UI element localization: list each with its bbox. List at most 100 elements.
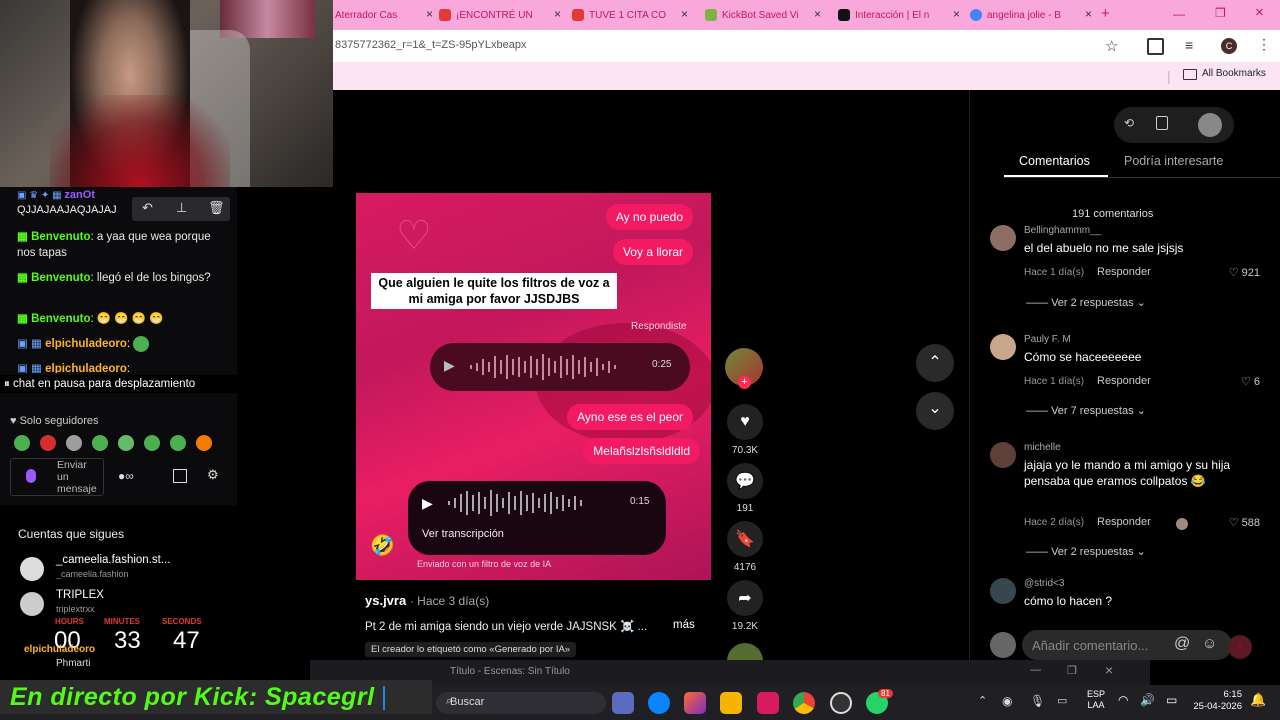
microphone-icon[interactable] xyxy=(26,469,36,483)
maximize-button[interactable]: ❐ xyxy=(1067,664,1077,677)
emote-icon[interactable] xyxy=(170,435,186,451)
task-view-icon[interactable] xyxy=(612,692,634,714)
avatar[interactable] xyxy=(990,578,1016,604)
gear-icon[interactable]: ⚙ xyxy=(207,467,219,483)
minimize-button[interactable]: — xyxy=(1030,664,1041,676)
emote-icon[interactable] xyxy=(144,435,160,451)
previous-video-button[interactable]: ⌃ xyxy=(916,344,954,382)
chat-paused-bar[interactable]: ⏸ chat en pausa para desplazamiento xyxy=(0,375,237,393)
save-button[interactable]: 🔖 xyxy=(727,521,763,557)
device-icon[interactable] xyxy=(1156,116,1168,130)
comment-input[interactable]: Añadir comentario... @ ☺ xyxy=(1022,630,1232,660)
close-icon[interactable]: × xyxy=(681,7,688,21)
emote-icon[interactable] xyxy=(40,435,56,451)
microphone-icon[interactable]: 🎙 xyxy=(1030,694,1045,708)
obs-icon[interactable] xyxy=(830,692,852,714)
avatar[interactable] xyxy=(990,334,1016,360)
browser-tab[interactable]: KickBot Saved Vi × xyxy=(705,4,823,26)
tab-comments[interactable]: Comentarios xyxy=(1019,154,1090,168)
reply-button[interactable]: Responder xyxy=(1097,516,1151,528)
browser-tab[interactable]: TUVE 1 CITA CO × xyxy=(572,4,690,26)
minimize-button[interactable]: — xyxy=(1173,7,1185,21)
reply-button[interactable]: Responder xyxy=(1097,375,1151,387)
emote-icon[interactable] xyxy=(196,435,212,451)
url-text[interactable]: 8375772362_r=1&_t=ZS-95pYLxbeapx xyxy=(335,39,526,51)
account-name[interactable]: _cameelia.fashion.st... xyxy=(56,554,170,566)
comment-like[interactable]: ♡ 588 xyxy=(1229,516,1260,529)
emoji-icon[interactable]: ☺ xyxy=(1202,635,1217,652)
comment-like[interactable]: ♡ 921 xyxy=(1229,266,1260,279)
share-button[interactable]: ➦ xyxy=(727,580,763,616)
avatar[interactable] xyxy=(990,225,1016,251)
avatar[interactable] xyxy=(1198,113,1222,137)
reply-button[interactable]: Responder xyxy=(1097,266,1151,278)
store-icon[interactable] xyxy=(173,469,187,483)
view-replies[interactable]: —— Ver 7 respuestas ⌄ xyxy=(1026,404,1146,417)
avatar[interactable] xyxy=(20,557,44,581)
comment-user[interactable]: michelle xyxy=(1024,442,1061,453)
copilot-icon[interactable] xyxy=(684,692,706,714)
comment-user[interactable]: Bellinghammm__ xyxy=(1024,225,1101,236)
voice-message[interactable]: ▶ 0:25 xyxy=(430,343,690,391)
close-window-button[interactable]: × xyxy=(1255,4,1264,21)
close-icon[interactable]: × xyxy=(426,7,433,21)
keyboard-layout[interactable]: ESP LAA xyxy=(1087,689,1105,711)
avatar[interactable] xyxy=(990,442,1016,468)
monitor-icon[interactable]: ▭ xyxy=(1057,694,1067,707)
community-icon[interactable]: ●∞ xyxy=(118,469,134,483)
play-icon[interactable]: ▶ xyxy=(444,357,455,374)
emote-icon[interactable] xyxy=(66,435,82,451)
browser-tab[interactable]: angelina jolie - B × xyxy=(970,4,1094,26)
next-video-button[interactable]: ⌄ xyxy=(916,392,954,430)
battery-icon[interactable]: ▭ xyxy=(1166,693,1177,707)
edge-icon[interactable] xyxy=(648,692,670,714)
browser-tab[interactable]: ¡ENCONTRÉ UN × xyxy=(439,4,563,26)
rotate-icon[interactable]: ⟲ xyxy=(1124,116,1134,130)
close-icon[interactable]: × xyxy=(953,7,960,21)
close-window-button[interactable]: × xyxy=(1105,662,1113,678)
emote-icon[interactable] xyxy=(92,435,108,451)
author-name[interactable]: ys.jvra xyxy=(365,593,406,608)
more-link[interactable]: más xyxy=(673,619,695,631)
new-tab-button[interactable]: + xyxy=(1101,5,1110,22)
volume-icon[interactable]: 🔊 xyxy=(1140,693,1155,707)
avatar[interactable] xyxy=(20,592,44,616)
view-replies[interactable]: —— Ver 2 respuestas ⌄ xyxy=(1026,296,1146,309)
like-button[interactable]: ♥ xyxy=(727,404,763,440)
chrome-icon[interactable] xyxy=(793,692,815,714)
menu-icon[interactable]: ⋮ xyxy=(1257,36,1271,53)
close-icon[interactable]: × xyxy=(554,7,561,21)
media-icon[interactable]: ≡ xyxy=(1185,37,1193,53)
transcription-link[interactable]: Ver transcripción xyxy=(422,528,504,540)
play-icon[interactable]: ▶ xyxy=(422,495,433,512)
comment-button[interactable]: 💬 xyxy=(727,463,763,499)
chevron-up-icon[interactable]: ⌃ xyxy=(978,694,987,707)
send-button[interactable]: ↑ xyxy=(1228,635,1252,659)
close-icon[interactable]: × xyxy=(814,7,821,21)
maximize-button[interactable]: ❐ xyxy=(1215,6,1226,20)
voice-message[interactable]: ▶ 0:15 Ver transcripción xyxy=(408,481,666,555)
taskbar-search[interactable]: ⌕ Buscar xyxy=(436,692,606,714)
browser-tab[interactable]: Aterrador Cas × xyxy=(335,4,435,26)
chat-input[interactable]: Enviar un mensaje xyxy=(10,458,104,496)
notification-bell-icon[interactable]: 🔔 xyxy=(1250,692,1266,708)
view-replies[interactable]: —— Ver 2 respuestas ⌄ xyxy=(1026,545,1146,558)
follow-plus-icon[interactable]: + xyxy=(738,376,751,389)
mention-icon[interactable]: @ xyxy=(1174,635,1190,653)
reply-icon[interactable]: ↶ xyxy=(142,200,153,216)
browser-tab[interactable]: Interacción | El n × xyxy=(838,4,962,26)
folder-icon[interactable] xyxy=(720,692,742,714)
comment-user[interactable]: @strid<3 xyxy=(1024,578,1064,589)
store-icon[interactable] xyxy=(757,692,779,714)
star-icon[interactable]: ☆ xyxy=(1105,37,1118,55)
clock[interactable]: 6:15 25-04-2026 xyxy=(1188,689,1242,713)
emote-icon[interactable] xyxy=(14,435,30,451)
emote-icon[interactable] xyxy=(118,435,134,451)
tab-interest[interactable]: Podría interesarte xyxy=(1124,154,1223,168)
trash-icon[interactable]: 🗑 xyxy=(208,200,225,216)
pin-icon[interactable]: ⊥ xyxy=(176,200,187,216)
wifi-icon[interactable]: ◠ xyxy=(1118,693,1128,707)
close-icon[interactable]: × xyxy=(1085,7,1092,21)
extensions-icon[interactable] xyxy=(1147,38,1164,55)
video-player[interactable]: ♡ Ay no puedo Voy a llorar Que alguien l… xyxy=(356,193,711,580)
